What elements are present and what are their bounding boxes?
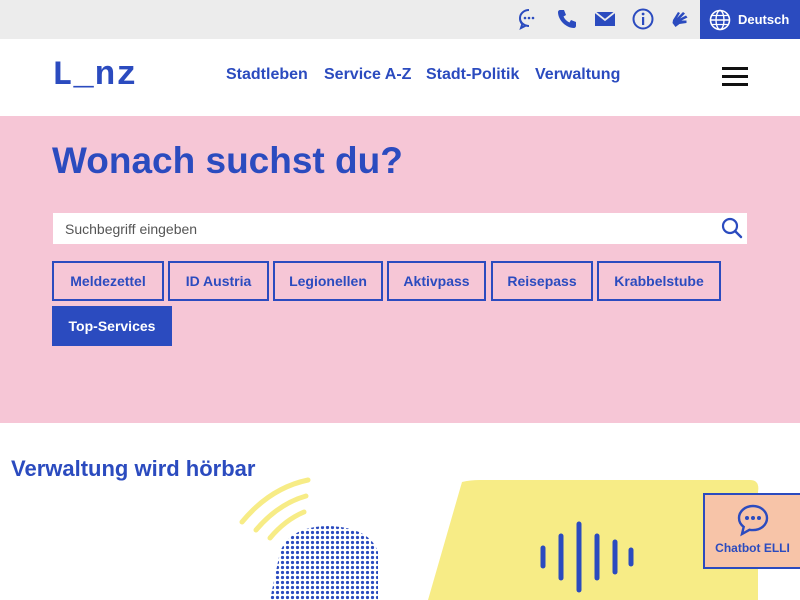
menu-bar <box>722 75 748 78</box>
sign-language-icon[interactable] <box>669 7 693 31</box>
utility-bar: Deutsch <box>0 0 800 39</box>
menu-bar <box>722 83 748 86</box>
chatbot-button[interactable]: Chatbot ELLI <box>703 493 800 569</box>
language-switcher[interactable]: Deutsch <box>700 0 800 39</box>
chip-aktivpass[interactable]: Aktivpass <box>387 261 486 301</box>
nav-item-stadtleben[interactable]: Stadtleben <box>226 66 308 84</box>
info-icon[interactable] <box>631 7 655 31</box>
nav-item-verwaltung[interactable]: Verwaltung <box>535 66 620 84</box>
mail-icon[interactable] <box>593 7 617 31</box>
search-hero: Wonach suchst du? Meldezettel ID Austria… <box>0 116 800 423</box>
main-nav: Stadtleben Service A-Z Stadt-Politik Ver… <box>0 66 800 88</box>
nav-item-stadt-politik[interactable]: Stadt-Politik <box>426 66 519 84</box>
search-box <box>53 213 747 244</box>
globe-icon <box>709 9 731 30</box>
chip-top-services[interactable]: Top-Services <box>52 306 172 346</box>
language-label: Deutsch <box>738 12 790 27</box>
chatbot-label: Chatbot ELLI <box>715 541 790 555</box>
section-title: Verwaltung wird hörbar <box>11 456 256 481</box>
search-icon[interactable] <box>721 217 743 239</box>
chat-icon[interactable] <box>517 7 541 31</box>
chip-krabbelstube[interactable]: Krabbelstube <box>597 261 721 301</box>
chip-legionellen[interactable]: Legionellen <box>273 261 383 301</box>
site-header: L_nz Stadtleben Service A-Z Stadt-Politi… <box>0 39 800 116</box>
chip-meldezettel[interactable]: Meldezettel <box>52 261 164 301</box>
chip-id-austria[interactable]: ID Austria <box>168 261 269 301</box>
menu-bar <box>722 67 748 70</box>
search-input[interactable] <box>53 213 713 244</box>
chat-bubble-icon <box>737 504 768 537</box>
page-title: Wonach suchst du? <box>52 140 403 181</box>
phone-icon[interactable] <box>555 7 579 31</box>
nav-item-service-a-z[interactable]: Service A-Z <box>324 66 411 84</box>
menu-button[interactable] <box>720 64 750 90</box>
chip-reisepass[interactable]: Reisepass <box>491 261 593 301</box>
